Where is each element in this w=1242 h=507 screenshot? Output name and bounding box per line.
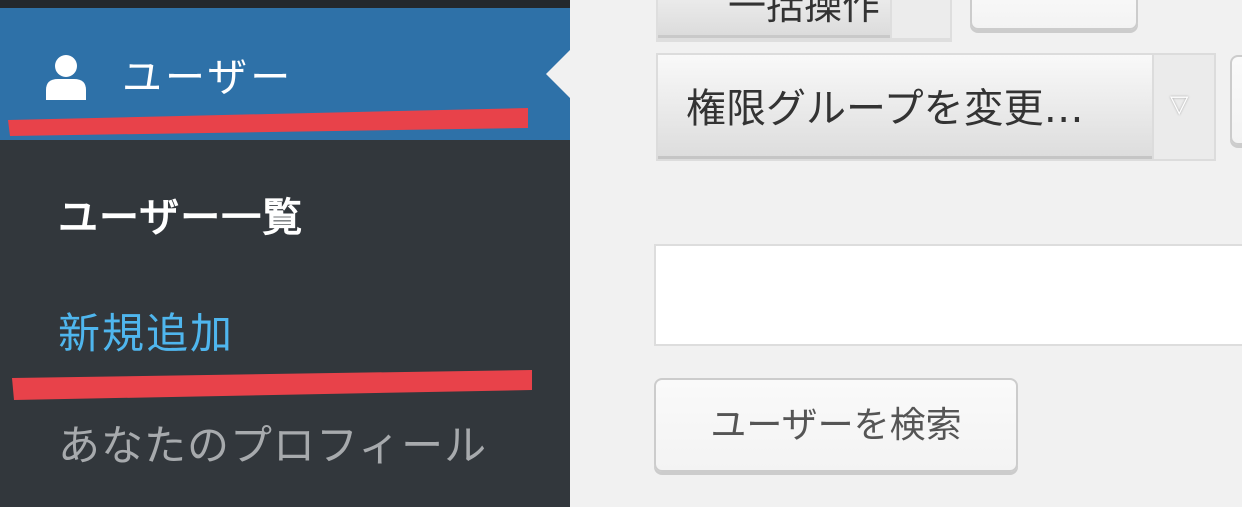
change-role-arrow-box: ▽ [1154,55,1214,159]
sidebar-menu-users[interactable]: ユーザー [0,8,570,140]
bulk-action-selected-value: 一括操作 [728,0,881,28]
submenu-your-profile[interactable]: あなたのプロフィール [58,416,487,476]
change-role-selected-value: 権限グループを変更… [686,86,1084,132]
chevron-down-icon: ▽ [1170,90,1189,118]
current-menu-arrow [546,50,570,98]
submenu-all-users[interactable]: ユーザー一覧 [58,188,303,248]
bulk-action-arrow-box [892,0,950,38]
user-search-input[interactable] [654,244,1242,346]
apply-button[interactable] [970,0,1138,30]
sidebar-menu-users-label: ユーザー [122,55,294,101]
change-role-select[interactable]: 権限グループを変更… ▽ [656,53,1216,161]
user-icon [46,55,86,100]
bulk-action-select[interactable]: 一括操作 [656,0,952,42]
submenu-add-new[interactable]: 新規追加 [58,304,234,364]
admin-sidebar: ユーザー ユーザー一覧 新規追加 あなたのプロフィール [0,0,570,507]
bulk-action-select-face: 一括操作 [658,0,890,38]
search-users-button[interactable]: ユーザーを検索 [654,378,1018,472]
change-role-select-face: 権限グループを変更… [658,55,1152,159]
change-role-button[interactable] [1230,55,1242,145]
sidebar-top-edge [0,0,570,8]
search-users-button-label: ユーザーを検索 [710,405,962,446]
